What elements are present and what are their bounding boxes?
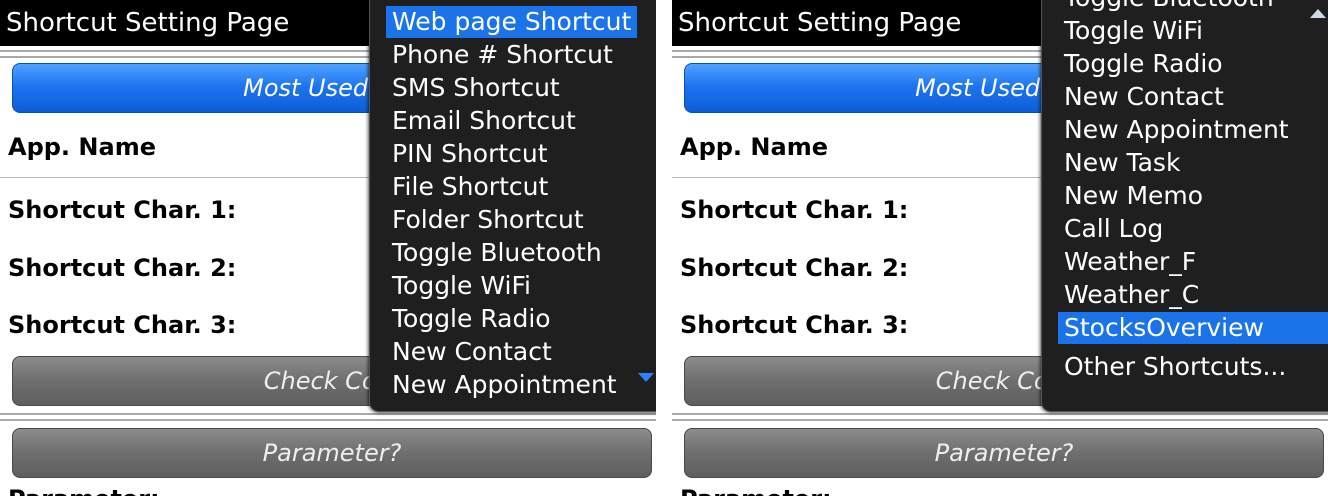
menu-item-file-shortcut[interactable]: File Shortcut	[386, 171, 554, 203]
menu-item-phone-shortcut[interactable]: Phone # Shortcut	[386, 39, 619, 71]
shortcut-char-3-label: Shortcut Char. 3:	[8, 311, 237, 339]
menu-item-new-appointment[interactable]: New Appointment	[386, 369, 623, 401]
menu-item-new-task[interactable]: New Task	[1058, 147, 1186, 179]
screen-right: Shortcut Setting Page Most Used Sho App.…	[672, 0, 1328, 496]
app-name-label: App. Name	[680, 133, 828, 161]
menu-item-weather-f[interactable]: Weather_F	[1058, 246, 1202, 278]
menu-item-stocks-overview[interactable]: StocksOverview	[1058, 312, 1328, 344]
menu-item-new-appointment[interactable]: New Appointment	[1058, 114, 1295, 146]
shortcut-char-1-label: Shortcut Char. 1:	[8, 196, 237, 224]
menu-item-toggle-radio[interactable]: Toggle Radio	[386, 303, 557, 335]
menu-item-sms-shortcut[interactable]: SMS Shortcut	[386, 72, 566, 104]
menu-item-folder-shortcut[interactable]: Folder Shortcut	[386, 204, 590, 236]
shortcut-char-1-label: Shortcut Char. 1:	[680, 196, 909, 224]
menu-item-email-shortcut[interactable]: Email Shortcut	[386, 105, 582, 137]
divider	[0, 413, 656, 421]
up-arrow-icon[interactable]	[1310, 9, 1326, 18]
shortcut-type-menu[interactable]: Web page Shortcut Phone # Shortcut SMS S…	[369, 0, 656, 412]
down-arrow-icon[interactable]	[638, 373, 654, 382]
shortcut-char-3-label: Shortcut Char. 3:	[680, 311, 909, 339]
shortcut-char-2-label: Shortcut Char. 2:	[8, 254, 237, 282]
parameter-button[interactable]: Parameter?	[12, 428, 652, 478]
menu-item-call-log[interactable]: Call Log	[1058, 213, 1169, 245]
menu-item-toggle-bluetooth[interactable]: Toggle Bluetooth	[1058, 0, 1280, 14]
menu-item-other-shortcuts[interactable]: Other Shortcuts...	[1058, 351, 1292, 383]
menu-item-toggle-radio[interactable]: Toggle Radio	[1058, 48, 1229, 80]
menu-item-toggle-bluetooth[interactable]: Toggle Bluetooth	[386, 237, 608, 269]
menu-item-new-contact[interactable]: New Contact	[1058, 81, 1230, 113]
menu-item-new-contact[interactable]: New Contact	[386, 336, 558, 368]
parameter-label: Parameter:	[680, 485, 832, 496]
parameter-button[interactable]: Parameter?	[684, 428, 1324, 478]
shortcut-type-menu[interactable]: Toggle Bluetooth Toggle WiFi Toggle Radi…	[1041, 0, 1328, 412]
app-name-label: App. Name	[8, 133, 156, 161]
shortcut-char-2-label: Shortcut Char. 2:	[680, 254, 909, 282]
screen-left: Shortcut Setting Page Most Used Sho App.…	[0, 0, 656, 496]
menu-item-toggle-wifi[interactable]: Toggle WiFi	[386, 270, 537, 302]
menu-item-web-page-shortcut[interactable]: Web page Shortcut	[386, 6, 638, 38]
menu-item-toggle-wifi[interactable]: Toggle WiFi	[1058, 15, 1209, 47]
menu-item-weather-c[interactable]: Weather_C	[1058, 279, 1205, 311]
menu-item-new-memo[interactable]: New Memo	[1058, 180, 1209, 212]
parameter-label: Parameter:	[8, 485, 160, 496]
divider	[672, 413, 1328, 421]
menu-item-pin-shortcut[interactable]: PIN Shortcut	[386, 138, 554, 170]
